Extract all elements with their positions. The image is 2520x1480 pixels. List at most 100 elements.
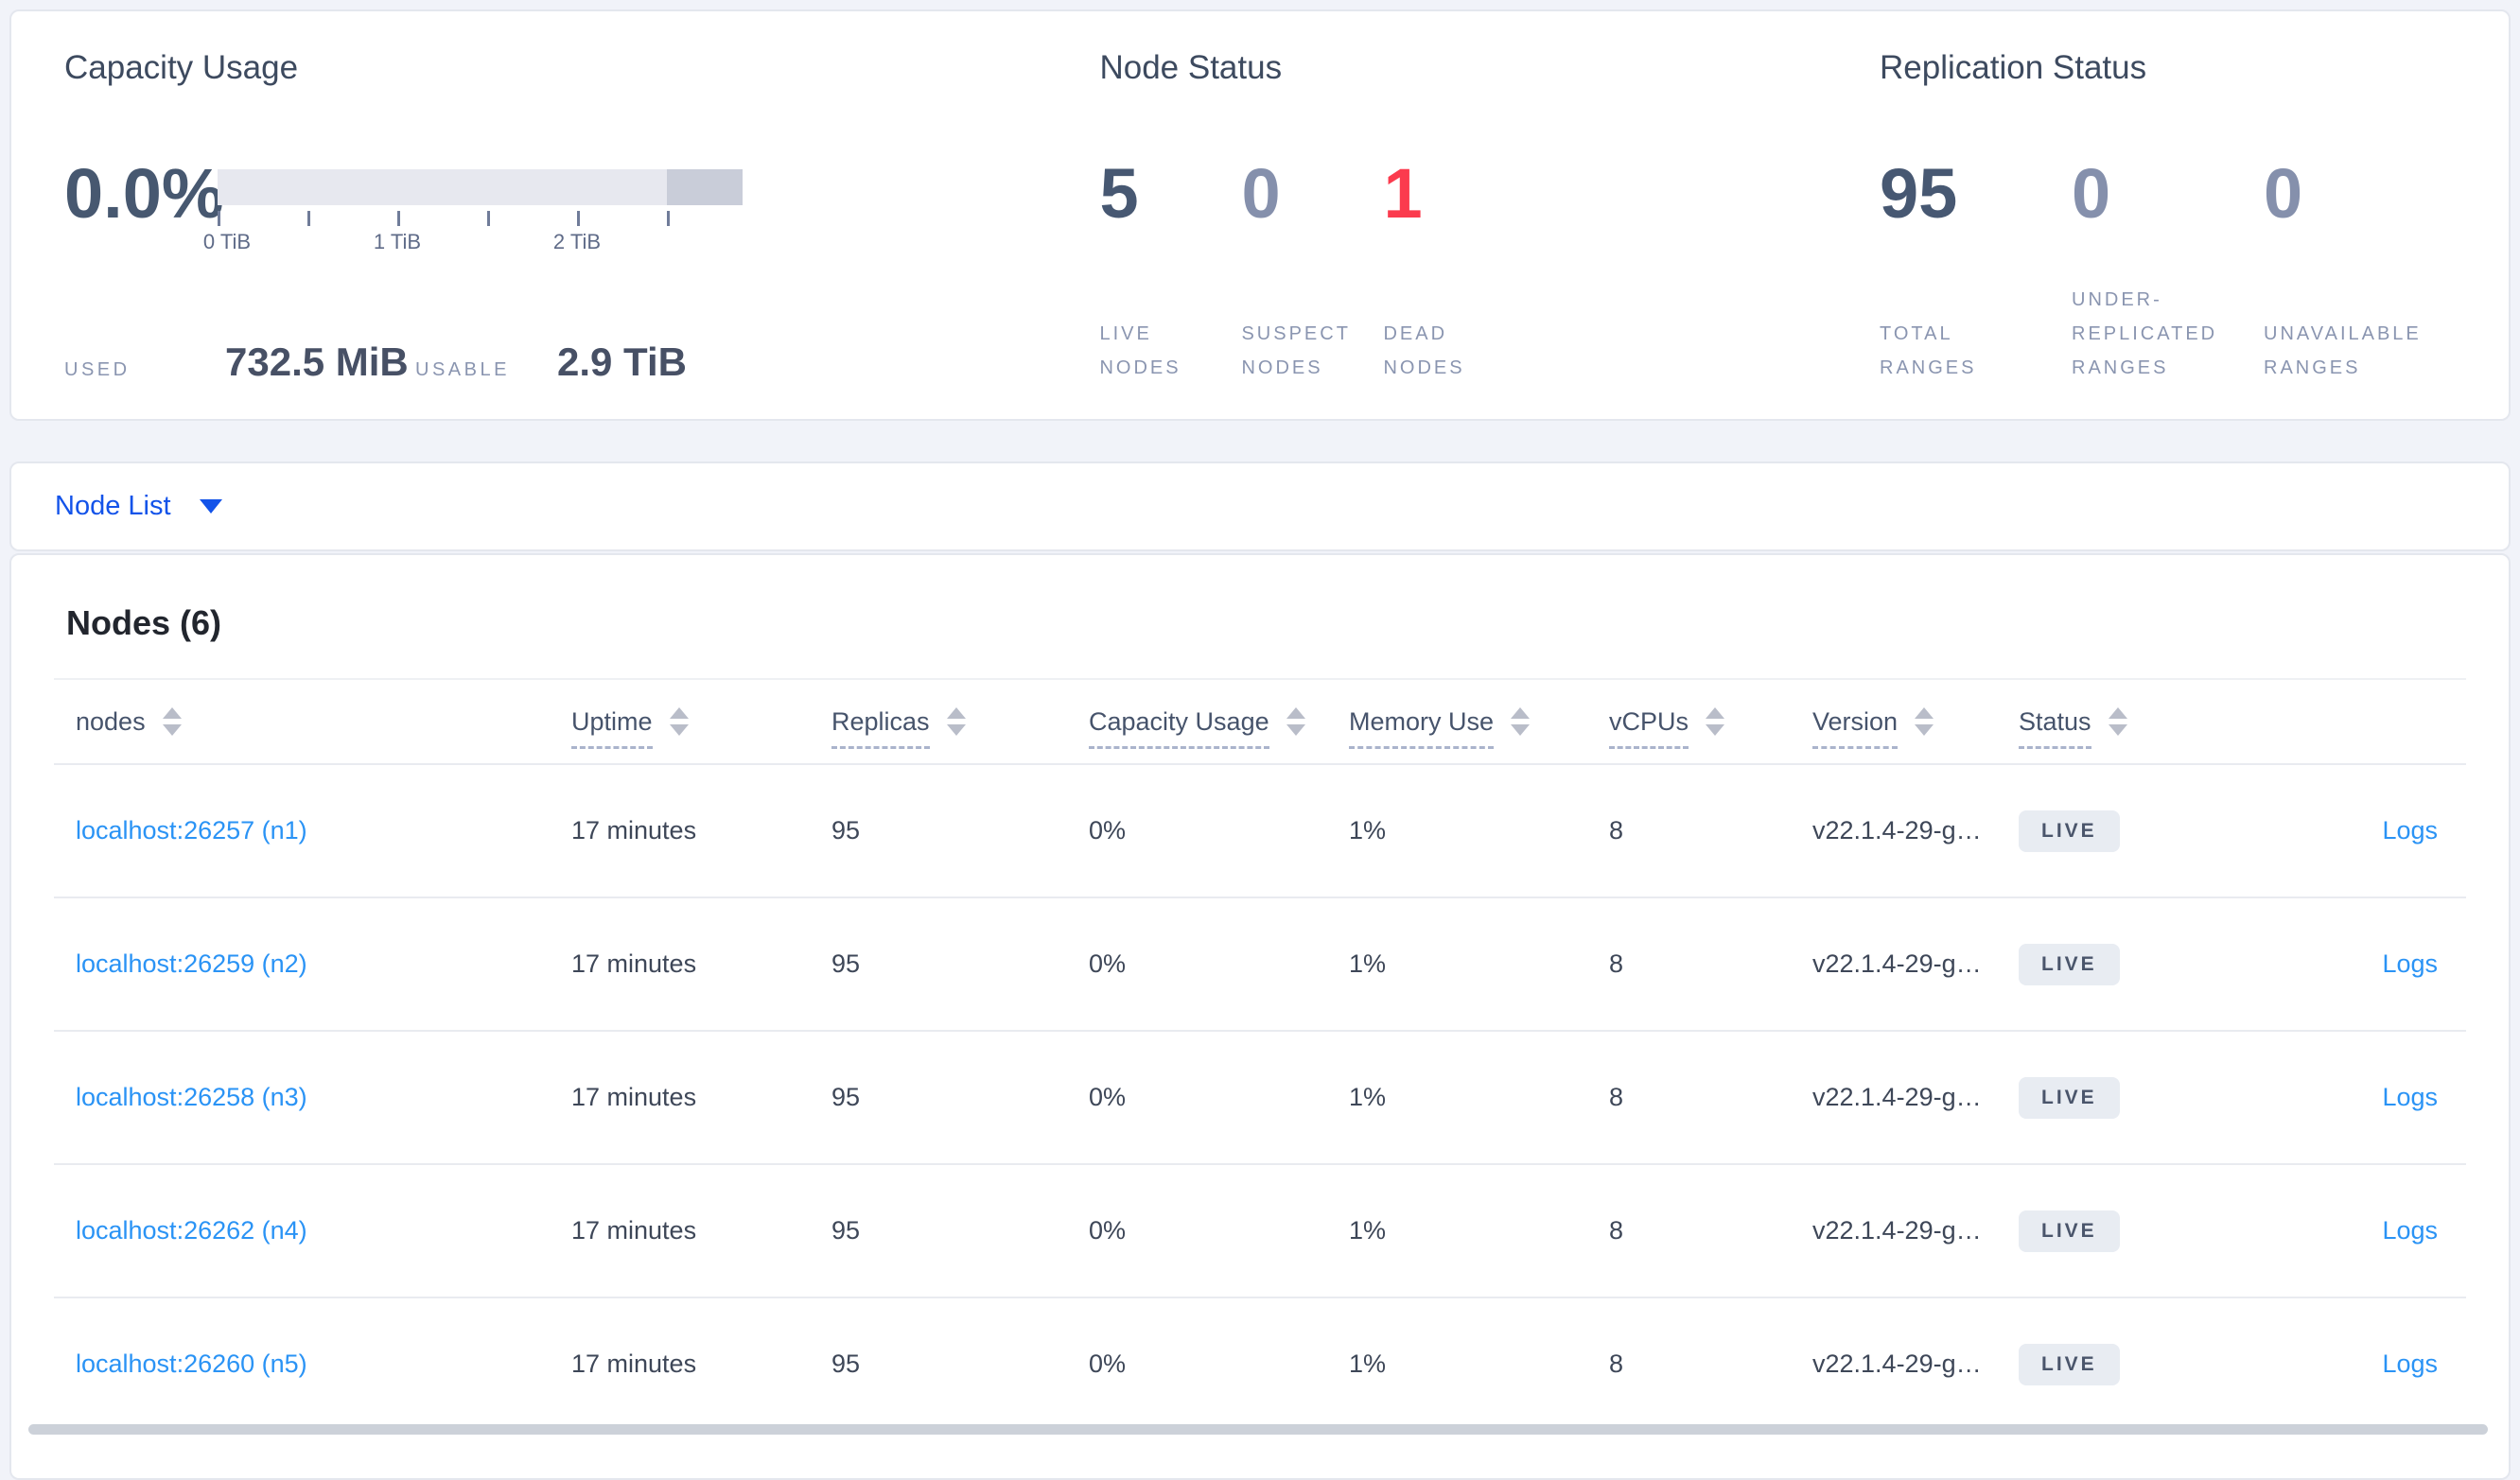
replicas-cell: 95 xyxy=(831,1083,861,1111)
column-header-version[interactable]: Version xyxy=(1812,705,2019,749)
capacity-usage-cell: 0% xyxy=(1089,949,1127,978)
view-selector-bar: Node List xyxy=(9,461,2511,551)
uptime-cell: 17 minutes xyxy=(571,1083,697,1111)
nodes-table: nodes Uptime Replicas Capacity Usage Mem… xyxy=(54,678,2466,1432)
unavailable-ranges-label: UNAVAILABLE RANGES xyxy=(2264,323,2422,378)
unavailable-ranges-count: 0 xyxy=(2264,154,2303,233)
version-cell: v22.1.4-29-g… xyxy=(1812,949,1982,978)
under-replicated-ranges-count: 0 xyxy=(2072,154,2111,233)
caret-down-icon xyxy=(199,499,222,514)
logs-link[interactable]: Logs xyxy=(2382,949,2438,978)
tick-label-1tib: 1 TiB xyxy=(373,230,422,253)
column-header-uptime[interactable]: Uptime xyxy=(571,705,831,749)
capacity-bar-reserved xyxy=(667,169,743,205)
dead-nodes-stat: 1 DEAD NODES xyxy=(1383,157,1525,385)
live-nodes-stat: 5 LIVE NODES xyxy=(1099,157,1241,385)
table-row: localhost:26258 (n3) 17 minutes 95 0% 1%… xyxy=(54,1032,2466,1165)
node-list-dropdown-label: Node List xyxy=(55,491,171,521)
status-badge: LIVE xyxy=(2019,1076,2120,1119)
uptime-cell: 17 minutes xyxy=(571,1216,697,1245)
status-badge: LIVE xyxy=(2019,1210,2120,1252)
vcpus-cell: 8 xyxy=(1609,1083,1624,1111)
used-label: USED xyxy=(64,359,131,380)
nodes-table-title: Nodes (6) xyxy=(66,603,222,642)
total-ranges-label: TOTAL RANGES xyxy=(1880,323,1977,378)
node-link[interactable]: localhost:26258 (n3) xyxy=(76,1083,307,1111)
logs-link[interactable]: Logs xyxy=(2382,1083,2438,1111)
column-header-memory-use[interactable]: Memory Use xyxy=(1349,705,1609,749)
sort-icon[interactable] xyxy=(1706,707,1725,736)
column-header-vcpus[interactable]: vCPUs xyxy=(1609,705,1812,749)
nodes-table-header: nodes Uptime Replicas Capacity Usage Mem… xyxy=(54,678,2466,765)
capacity-percent: 0.0% xyxy=(64,154,224,233)
logs-link[interactable]: Logs xyxy=(2382,1216,2438,1245)
capacity-ticks xyxy=(218,205,743,230)
sort-icon[interactable] xyxy=(162,707,182,736)
uptime-cell: 17 minutes xyxy=(571,816,697,844)
memory-use-cell: 1% xyxy=(1349,816,1387,844)
vcpus-cell: 8 xyxy=(1609,1349,1624,1378)
version-cell: v22.1.4-29-g… xyxy=(1812,1083,1982,1111)
node-status-section: Node Status 5 LIVE NODES 0 SUSPECT NODES… xyxy=(1099,47,1880,385)
node-status-title: Node Status xyxy=(1099,49,1283,86)
vcpus-cell: 8 xyxy=(1609,816,1624,844)
sort-icon[interactable] xyxy=(1286,707,1305,736)
sort-icon[interactable] xyxy=(1511,707,1531,736)
table-row: localhost:26262 (n4) 17 minutes 95 0% 1%… xyxy=(54,1165,2466,1298)
suspect-nodes-count: 0 xyxy=(1241,154,1281,233)
status-badge: LIVE xyxy=(2019,810,2120,852)
node-link[interactable]: localhost:26260 (n5) xyxy=(76,1349,307,1378)
node-link[interactable]: localhost:26257 (n1) xyxy=(76,816,307,844)
table-body: localhost:26257 (n1) 17 minutes 95 0% 1%… xyxy=(54,765,2466,1432)
total-ranges-stat: 95 TOTAL RANGES xyxy=(1880,157,2072,385)
replication-status-section: Replication Status 95 TOTAL RANGES 0 UND… xyxy=(1880,47,2456,385)
under-replicated-ranges-label: UNDER-REPLICATED RANGES xyxy=(2072,289,2218,378)
table-row: localhost:26260 (n5) 17 minutes 95 0% 1%… xyxy=(54,1298,2466,1432)
status-badge: LIVE xyxy=(2019,943,2120,985)
memory-use-cell: 1% xyxy=(1349,1216,1387,1245)
column-header-capacity-usage[interactable]: Capacity Usage xyxy=(1089,705,1349,749)
logs-link[interactable]: Logs xyxy=(2382,816,2438,844)
cluster-summary-panel: Capacity Usage 0.0% 0 TiB 1 TiB 2 TiB US… xyxy=(9,9,2511,421)
version-cell: v22.1.4-29-g… xyxy=(1812,1216,1982,1245)
horizontal-scrollbar[interactable] xyxy=(28,1424,2488,1435)
sort-icon[interactable] xyxy=(2108,707,2127,736)
under-replicated-ranges-stat: 0 UNDER-REPLICATED RANGES xyxy=(2072,157,2264,385)
status-badge: LIVE xyxy=(2019,1343,2120,1385)
live-nodes-label: LIVE NODES xyxy=(1099,323,1181,378)
usable-value: 2.9 TiB xyxy=(557,340,687,384)
capacity-usage-title: Capacity Usage xyxy=(64,49,299,86)
capacity-bar xyxy=(218,169,743,205)
sort-icon[interactable] xyxy=(946,707,966,736)
replicas-cell: 95 xyxy=(831,1216,861,1245)
capacity-usage-cell: 0% xyxy=(1089,1083,1127,1111)
sort-icon[interactable] xyxy=(1915,707,1934,736)
tick-label-2tib: 2 TiB xyxy=(552,230,602,253)
sort-icon[interactable] xyxy=(669,707,689,736)
table-row: localhost:26259 (n2) 17 minutes 95 0% 1%… xyxy=(54,898,2466,1032)
replicas-cell: 95 xyxy=(831,949,861,978)
suspect-nodes-stat: 0 SUSPECT NODES xyxy=(1241,157,1383,385)
node-list-dropdown[interactable]: Node List xyxy=(55,491,222,522)
total-ranges-count: 95 xyxy=(1880,154,1958,233)
memory-use-cell: 1% xyxy=(1349,1083,1387,1111)
memory-use-cell: 1% xyxy=(1349,1349,1387,1378)
logs-link[interactable]: Logs xyxy=(2382,1349,2438,1378)
vcpus-cell: 8 xyxy=(1609,1216,1624,1245)
node-link[interactable]: localhost:26259 (n2) xyxy=(76,949,307,978)
usable-label: USABLE xyxy=(415,359,510,380)
column-header-status[interactable]: Status xyxy=(2019,705,2284,749)
capacity-usage-cell: 0% xyxy=(1089,1349,1127,1378)
replication-status-title: Replication Status xyxy=(1880,49,2147,86)
memory-use-cell: 1% xyxy=(1349,949,1387,978)
capacity-usage-section: Capacity Usage 0.0% 0 TiB 1 TiB 2 TiB US… xyxy=(64,47,1099,385)
dead-nodes-label: DEAD NODES xyxy=(1383,323,1465,378)
capacity-usage-cell: 0% xyxy=(1089,1216,1127,1245)
dead-nodes-count: 1 xyxy=(1383,154,1423,233)
suspect-nodes-label: SUSPECT NODES xyxy=(1241,323,1351,378)
column-header-replicas[interactable]: Replicas xyxy=(831,705,1089,749)
replicas-cell: 95 xyxy=(831,816,861,844)
replicas-cell: 95 xyxy=(831,1349,861,1378)
node-link[interactable]: localhost:26262 (n4) xyxy=(76,1216,307,1245)
column-header-nodes[interactable]: nodes xyxy=(54,705,571,738)
